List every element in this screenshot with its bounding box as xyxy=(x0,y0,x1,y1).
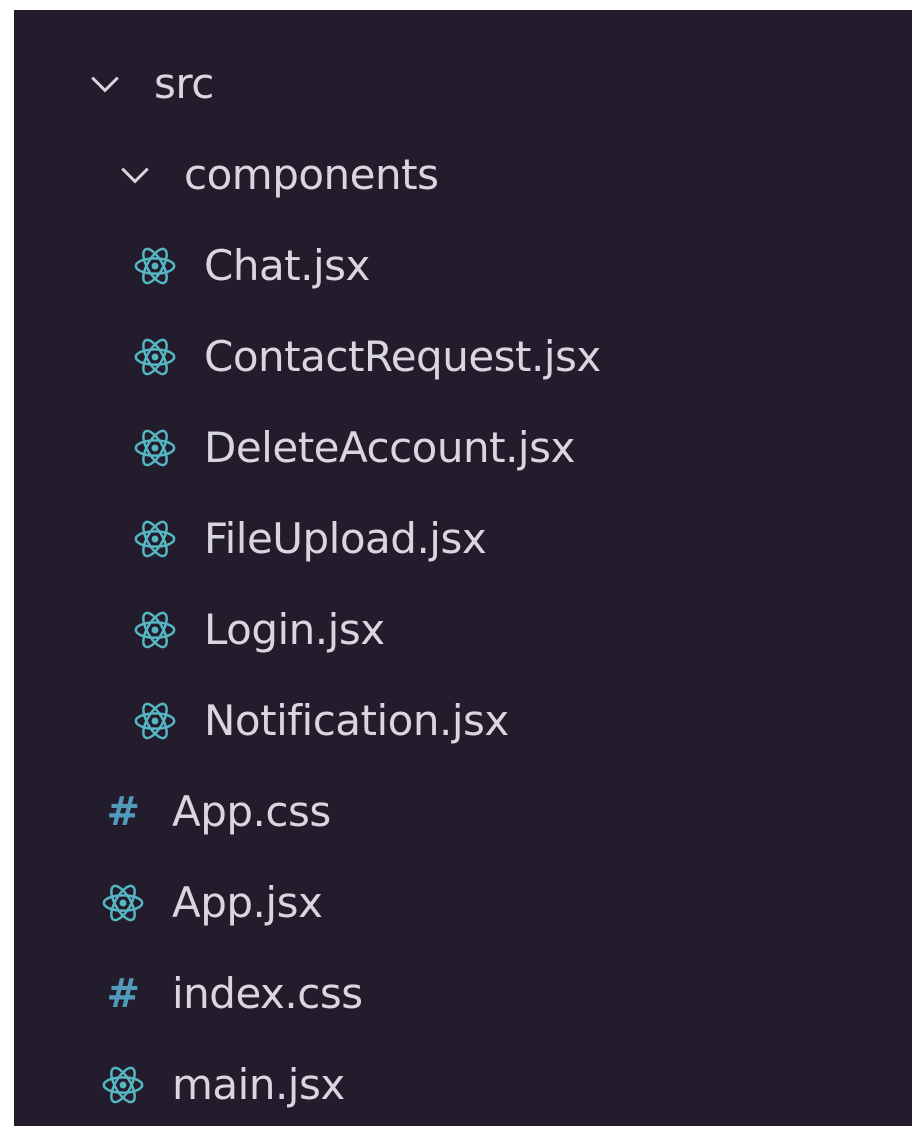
file-label: App.css xyxy=(172,786,331,836)
hash-icon: # xyxy=(106,788,140,835)
folder-label: components xyxy=(184,149,439,199)
folder-label: src xyxy=(154,58,214,108)
file-label: main.jsx xyxy=(172,1059,345,1109)
file-item-chat-jsx[interactable]: Chat.jsx xyxy=(14,220,912,311)
file-item-notification-jsx[interactable]: Notification.jsx xyxy=(14,675,912,766)
file-item-app-jsx[interactable]: App.jsx xyxy=(14,857,912,948)
file-item-app-css[interactable]: # App.css xyxy=(14,766,912,857)
react-icon xyxy=(130,332,180,382)
folder-src[interactable]: src xyxy=(14,38,912,129)
file-item-index-css[interactable]: # index.css xyxy=(14,948,912,1039)
file-label: index.css xyxy=(172,968,363,1018)
react-icon xyxy=(98,1060,148,1110)
react-icon xyxy=(130,605,180,655)
file-label: ContactRequest.jsx xyxy=(204,331,601,381)
chevron-down-icon[interactable] xyxy=(80,59,130,109)
file-item-contactrequest-jsx[interactable]: ContactRequest.jsx xyxy=(14,311,912,402)
file-label: FileUpload.jsx xyxy=(204,513,487,563)
file-item-login-jsx[interactable]: Login.jsx xyxy=(14,584,912,675)
file-label: DeleteAccount.jsx xyxy=(204,422,575,472)
chevron-down-icon[interactable] xyxy=(110,150,160,200)
file-label: Login.jsx xyxy=(204,604,385,654)
file-item-fileupload-jsx[interactable]: FileUpload.jsx xyxy=(14,493,912,584)
folder-components[interactable]: components xyxy=(14,129,912,220)
react-icon xyxy=(130,423,180,473)
file-label: Chat.jsx xyxy=(204,240,370,290)
file-tree: src components Chat.jsx ContactRequest.j… xyxy=(14,38,912,1130)
file-label: App.jsx xyxy=(172,877,323,927)
react-icon xyxy=(130,241,180,291)
react-icon xyxy=(130,514,180,564)
react-icon xyxy=(130,696,180,746)
file-label: Notification.jsx xyxy=(204,695,509,745)
file-item-main-jsx[interactable]: main.jsx xyxy=(14,1039,912,1130)
file-explorer-panel: src components Chat.jsx ContactRequest.j… xyxy=(14,10,912,1126)
file-item-deleteaccount-jsx[interactable]: DeleteAccount.jsx xyxy=(14,402,912,493)
react-icon xyxy=(98,878,148,928)
hash-icon: # xyxy=(106,970,140,1017)
